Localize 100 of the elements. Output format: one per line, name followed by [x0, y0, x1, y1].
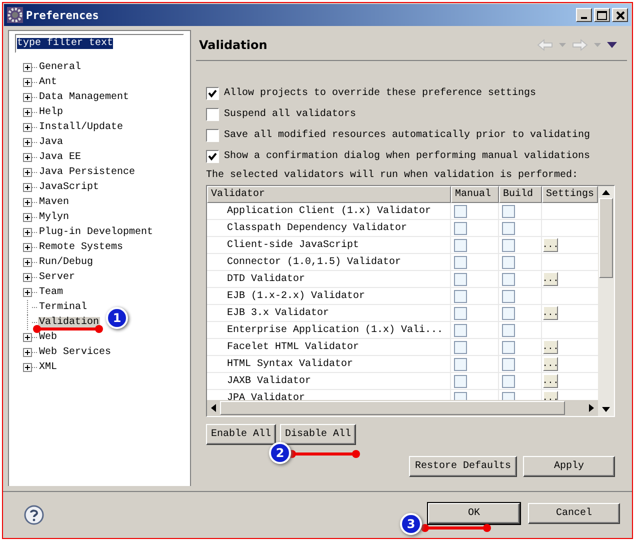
checkbox[interactable]	[206, 129, 219, 142]
expand-icon[interactable]	[23, 153, 32, 162]
minimize-button[interactable]	[576, 8, 592, 22]
tree-item[interactable]: Install/Update	[38, 122, 124, 133]
tree-item[interactable]: Maven	[38, 197, 70, 208]
tree-item[interactable]: Help	[38, 107, 64, 118]
checkbox[interactable]	[454, 222, 467, 234]
expand-icon[interactable]	[23, 348, 32, 357]
checkbox[interactable]	[502, 324, 515, 336]
expand-icon[interactable]	[23, 198, 32, 207]
vertical-scrollbar[interactable]	[598, 186, 614, 416]
tree-item[interactable]: Data Management	[38, 92, 130, 103]
expand-icon[interactable]	[23, 273, 32, 282]
expand-icon[interactable]	[23, 108, 32, 117]
tree-item[interactable]: Web Services	[38, 347, 112, 358]
dialog-button[interactable]: Cancel	[528, 502, 620, 524]
settings-button[interactable]: ...	[542, 306, 558, 320]
checkbox[interactable]	[206, 87, 219, 100]
checkbox[interactable]	[454, 358, 467, 370]
settings-button[interactable]: ...	[542, 238, 558, 252]
expand-icon[interactable]	[23, 183, 32, 192]
settings-button[interactable]: ...	[542, 391, 558, 400]
expand-icon[interactable]	[23, 243, 32, 252]
tree-item[interactable]: Team	[38, 287, 64, 298]
horizontal-scrollbar[interactable]	[206, 400, 598, 416]
tree-item[interactable]: Server	[38, 272, 76, 283]
filter-field[interactable]: type filter text	[15, 34, 184, 53]
scroll-thumb[interactable]	[220, 401, 565, 415]
page-title: Validation	[198, 38, 268, 52]
tree-item[interactable]: Java EE	[38, 152, 82, 163]
down-arrow-icon[interactable]	[602, 407, 610, 412]
page-button[interactable]: Restore Defaults	[409, 456, 517, 477]
tree-item[interactable]: Java	[38, 137, 64, 148]
checkbox[interactable]	[454, 272, 467, 286]
page-button[interactable]: Apply	[523, 456, 615, 477]
tree-item[interactable]: Terminal	[38, 302, 88, 313]
expand-icon[interactable]	[23, 138, 32, 147]
settings-button[interactable]: ...	[542, 340, 558, 354]
expand-icon[interactable]	[23, 228, 32, 237]
table-button[interactable]: Disable All	[280, 424, 356, 445]
checkbox[interactable]	[502, 256, 515, 268]
dialog-button[interactable]: OK	[428, 502, 520, 524]
column-header[interactable]: Manual	[450, 186, 499, 203]
checkbox[interactable]	[502, 290, 515, 302]
help-icon[interactable]	[24, 505, 44, 525]
checkbox[interactable]	[502, 358, 515, 370]
column-header[interactable]: Validator	[206, 186, 451, 203]
expand-icon[interactable]	[23, 333, 32, 342]
column-header[interactable]: Build	[498, 186, 542, 203]
checkbox[interactable]	[454, 374, 467, 388]
checkbox[interactable]	[206, 150, 219, 163]
expand-icon[interactable]	[23, 78, 32, 87]
expand-icon[interactable]	[23, 63, 32, 72]
settings-button[interactable]: ...	[542, 272, 558, 286]
tree-item[interactable]: Mylyn	[38, 212, 70, 223]
checkbox[interactable]	[454, 340, 467, 354]
settings-button[interactable]: ...	[542, 374, 558, 388]
tree-item[interactable]: Validation	[38, 317, 100, 328]
close-button[interactable]	[612, 8, 628, 22]
close-icon	[616, 10, 624, 20]
checkbox[interactable]	[502, 222, 515, 234]
expand-icon[interactable]	[23, 168, 32, 177]
checkbox[interactable]	[502, 374, 515, 388]
tree-item[interactable]: XML	[38, 362, 58, 373]
tree-item[interactable]: JavaScript	[38, 182, 100, 193]
menu-icon[interactable]	[607, 42, 617, 48]
settings-button[interactable]: ...	[542, 357, 558, 371]
tree-item[interactable]: Java Persistence	[38, 167, 136, 178]
expand-icon[interactable]	[23, 258, 32, 267]
expand-icon[interactable]	[23, 123, 32, 132]
checkbox[interactable]	[502, 306, 515, 320]
scroll-thumb[interactable]	[599, 198, 613, 278]
table-cell: DTD Validator	[206, 271, 451, 287]
checkbox[interactable]	[454, 290, 467, 302]
maximize-button[interactable]	[594, 8, 610, 22]
tree-item[interactable]: Remote Systems	[38, 242, 124, 253]
tree-item[interactable]: Ant	[38, 77, 58, 88]
checkbox[interactable]	[454, 256, 467, 268]
tree-item[interactable]: Web	[38, 332, 58, 343]
expand-icon[interactable]	[23, 213, 32, 222]
checkbox[interactable]	[502, 340, 515, 354]
column-header[interactable]: Settings	[542, 186, 598, 203]
tree-item[interactable]: Run/Debug	[38, 257, 94, 268]
checkbox[interactable]	[206, 108, 219, 121]
checkbox[interactable]	[502, 272, 515, 286]
checkbox[interactable]	[454, 306, 467, 320]
expand-icon[interactable]	[23, 363, 32, 372]
right-arrow-icon[interactable]	[589, 404, 594, 412]
checkbox[interactable]	[502, 238, 515, 252]
checkbox[interactable]	[454, 324, 467, 336]
up-arrow-icon[interactable]	[602, 190, 610, 195]
expand-icon[interactable]	[23, 288, 32, 297]
table-button[interactable]: Enable All	[206, 424, 276, 445]
tree-item[interactable]: Plug-in Development	[38, 227, 154, 238]
checkbox[interactable]	[454, 238, 467, 252]
left-arrow-icon[interactable]	[210, 404, 216, 412]
checkbox[interactable]	[502, 204, 515, 218]
expand-icon[interactable]	[23, 93, 32, 102]
checkbox[interactable]	[454, 204, 467, 218]
tree-item[interactable]: General	[38, 62, 82, 73]
